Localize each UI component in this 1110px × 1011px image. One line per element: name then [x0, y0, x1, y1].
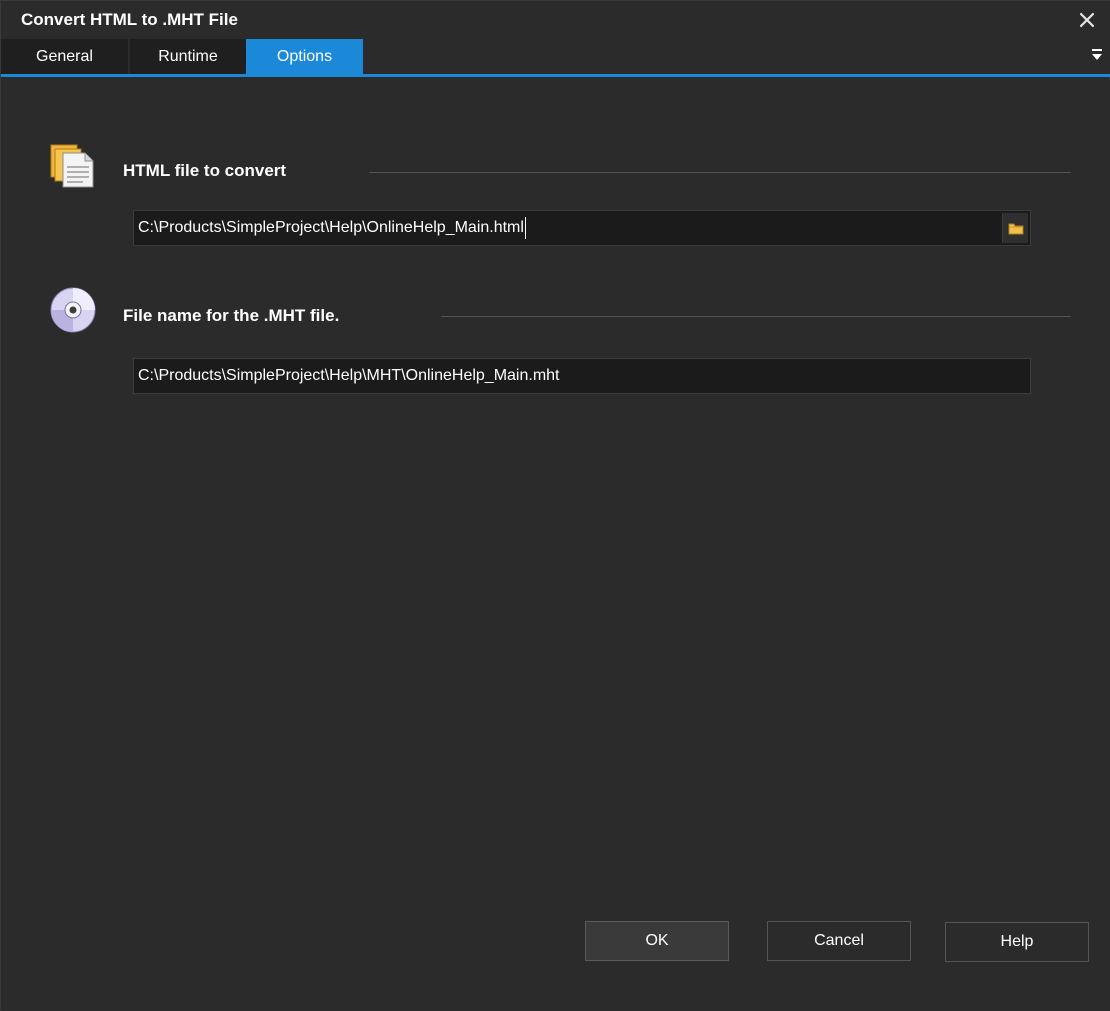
options-panel: HTML file to convert C:\Products\SimpleP…: [1, 80, 1110, 1011]
section-divider: [441, 316, 1071, 317]
documents-icon: [50, 144, 94, 188]
tab-general[interactable]: General: [1, 39, 128, 74]
folder-icon: [1008, 223, 1023, 235]
tab-bar: General Runtime Options: [1, 39, 1110, 77]
tab-options-label: Options: [276, 47, 333, 65]
title-bar: Convert HTML to .MHT File: [1, 1, 1110, 39]
help-button[interactable]: Help: [945, 922, 1089, 962]
mht-file-input[interactable]: C:\Products\SimpleProject\Help\MHT\Onlin…: [133, 358, 1031, 394]
tab-runtime-label: Runtime: [158, 47, 218, 65]
browse-button[interactable]: [1002, 213, 1028, 243]
close-icon: [1079, 12, 1095, 28]
cancel-button-label: Cancel: [814, 932, 864, 949]
tab-runtime[interactable]: Runtime: [130, 39, 246, 74]
ok-button[interactable]: OK: [585, 921, 729, 961]
close-button[interactable]: [1067, 3, 1107, 37]
html-file-label: HTML file to convert: [123, 161, 287, 180]
tab-general-label: General: [36, 47, 93, 65]
menu-arrow-icon: [1092, 49, 1102, 60]
help-button-label: Help: [1000, 933, 1034, 950]
tab-menu-button[interactable]: [1089, 47, 1105, 65]
html-file-value: C:\Products\SimpleProject\Help\OnlineHel…: [138, 219, 524, 236]
mht-file-label: File name for the .MHT file.: [123, 306, 340, 325]
html-file-input[interactable]: C:\Products\SimpleProject\Help\OnlineHel…: [133, 210, 1031, 246]
mht-file-value: C:\Products\SimpleProject\Help\MHT\Onlin…: [138, 367, 560, 384]
window-title: Convert HTML to .MHT File: [21, 10, 238, 29]
disc-icon: [50, 287, 96, 333]
ok-button-label: OK: [645, 932, 669, 949]
section-divider: [369, 172, 1071, 173]
tab-options[interactable]: Options: [246, 39, 363, 74]
dialog-window: Convert HTML to .MHT File General Runtim…: [0, 0, 1110, 1011]
cancel-button[interactable]: Cancel: [767, 921, 911, 961]
